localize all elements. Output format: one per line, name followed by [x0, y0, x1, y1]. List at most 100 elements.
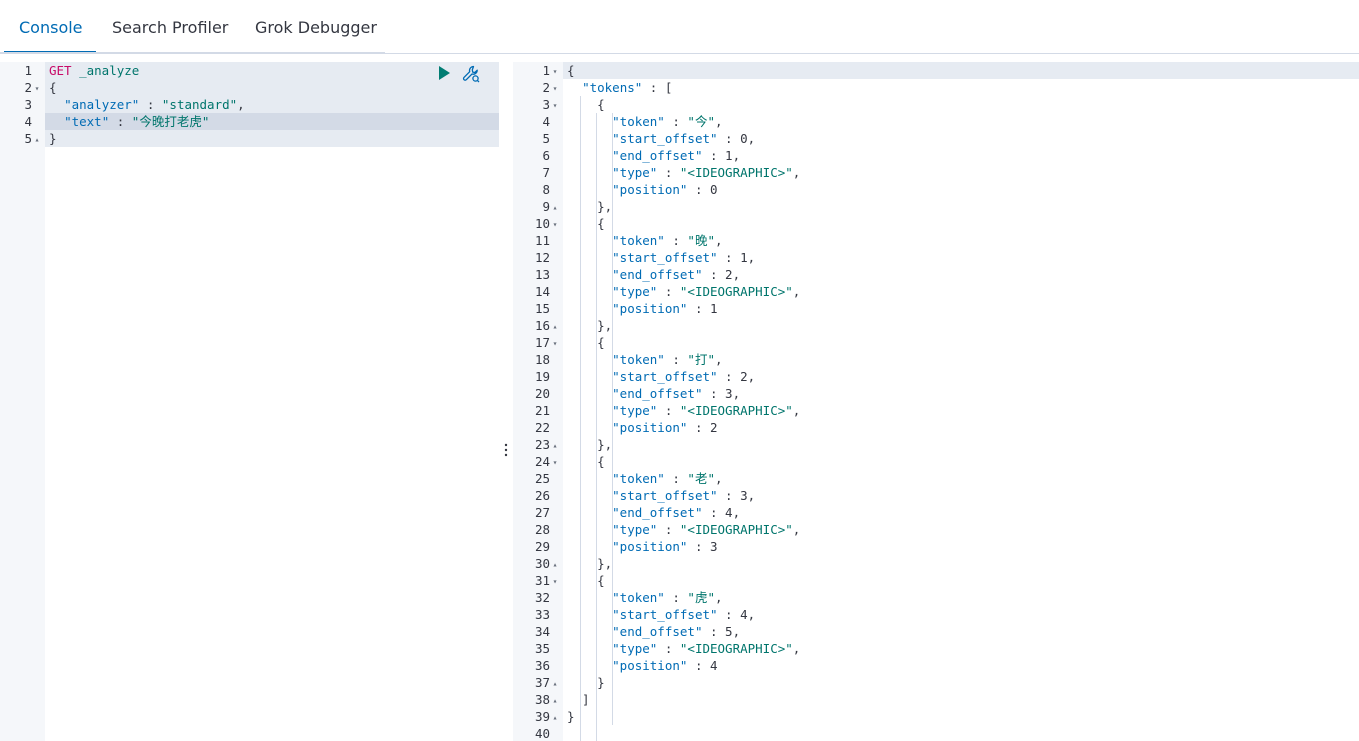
fold-toggle-icon[interactable]: ▴ — [550, 675, 560, 692]
fold-toggle-icon[interactable]: ▴ — [550, 437, 560, 454]
line-number-text: 11 — [534, 233, 550, 248]
line-number: 28 — [513, 521, 563, 538]
code-line: ] — [563, 691, 1359, 708]
response-code: { "tokens" : [ { "token" : "今", "start_o… — [563, 62, 1359, 741]
code-line: }, — [563, 436, 1359, 453]
code-token: : — [657, 165, 680, 180]
line-number: 37 ▴ — [513, 674, 563, 691]
code-token: , — [714, 114, 723, 129]
code-token: "token" — [612, 471, 665, 486]
tabs-divider — [0, 52, 385, 53]
fold-toggle-icon[interactable]: ▴ — [550, 199, 560, 216]
line-number-text: 40 — [534, 726, 550, 741]
code-token: : — [657, 284, 680, 299]
code-token: "<IDEOGRAPHIC>" — [679, 284, 793, 299]
code-token: "打" — [687, 352, 715, 367]
fold-toggle-icon[interactable]: ▾ — [550, 335, 560, 352]
code-token: } — [49, 131, 57, 146]
panel-resizer[interactable] — [499, 62, 513, 741]
vertical-dots-icon — [504, 443, 508, 457]
line-number: 13 — [513, 266, 563, 283]
line-number: 6 — [513, 147, 563, 164]
line-number-text: 7 — [542, 165, 550, 180]
code-token: "token" — [612, 352, 665, 367]
line-number-text: 12 — [534, 250, 550, 265]
line-number: 19 — [513, 368, 563, 385]
code-line: "position" : 4 — [563, 657, 1359, 674]
code-line: "type" : "<IDEOGRAPHIC>", — [563, 164, 1359, 181]
tab-grok-debugger[interactable]: Grok Debugger — [255, 0, 377, 53]
code-line: "end_offset" : 3, — [563, 385, 1359, 402]
fold-toggle-icon[interactable]: ▾ — [550, 97, 560, 114]
line-number: 14 — [513, 283, 563, 300]
fold-toggle-icon[interactable]: ▴ — [550, 318, 560, 335]
code-token: "type" — [612, 522, 658, 537]
line-number: 21 — [513, 402, 563, 419]
code-line: "type" : "<IDEOGRAPHIC>", — [563, 283, 1359, 300]
code-token: : 0, — [717, 131, 756, 146]
fold-toggle-icon[interactable]: ▴ — [550, 692, 560, 709]
fold-toggle-icon[interactable]: ▾ — [550, 454, 560, 471]
code-line: { — [563, 334, 1359, 351]
response-viewer[interactable]: 1 ▾ 2 ▾ 3 ▾ 4 5 6 7 8 9 ▴ 10 ▾ 11 12 13 14 15 16 ▴ 17 ▾ 18 19 20 21… — [513, 62, 1359, 741]
code-token: { — [567, 63, 575, 78]
code-token: "今晚打老虎" — [131, 114, 210, 129]
fold-toggle-icon[interactable]: ▾ — [550, 573, 560, 590]
line-number: 9 ▴ — [513, 198, 563, 215]
fold-toggle-icon[interactable]: ▾ — [550, 80, 560, 97]
line-number: 25 — [513, 470, 563, 487]
code-token: : — [664, 233, 688, 248]
line-number-text: 39 — [534, 709, 550, 724]
line-number: 1 — [0, 62, 45, 79]
code-token: } — [567, 675, 605, 690]
line-number-text: 38 — [534, 692, 550, 707]
tab-console[interactable]: Console — [4, 0, 96, 53]
line-number-text: 16 — [534, 318, 550, 333]
code-line: "end_offset" : 1, — [563, 147, 1359, 164]
code-line: { — [563, 215, 1359, 232]
code-token: "analyzer" — [64, 97, 140, 112]
play-icon[interactable] — [436, 65, 452, 81]
dev-tools-tabbar: Console Search Profiler Grok Debugger — [0, 0, 1359, 54]
line-number: 33 — [513, 606, 563, 623]
line-number-text: 15 — [534, 301, 550, 316]
code-token: "end_offset" — [612, 505, 703, 520]
wrench-icon[interactable] — [461, 64, 481, 84]
code-token: "end_offset" — [612, 386, 703, 401]
fold-toggle-icon[interactable]: ▴ — [550, 709, 560, 726]
code-token: "token" — [612, 590, 665, 605]
line-number-text: 24 — [534, 454, 550, 469]
code-token: "老" — [687, 471, 715, 486]
code-token: { — [567, 216, 605, 231]
line-number: 34 — [513, 623, 563, 640]
request-editor[interactable]: 1 2 ▾ 3 4 5 ▴ GET _analyze{ "analyzer" : "stan… — [0, 62, 499, 741]
code-line: "type" : "<IDEOGRAPHIC>", — [563, 402, 1359, 419]
code-line: "start_offset" : 3, — [563, 487, 1359, 504]
line-number-text: 3 — [24, 97, 32, 112]
code-token: "position" — [612, 182, 688, 197]
line-number-text: 1 — [24, 63, 32, 78]
request-code[interactable]: GET _analyze{ "analyzer" : "standard", "… — [45, 62, 499, 741]
tab-search-profiler[interactable]: Search Profiler — [112, 0, 228, 53]
fold-toggle-icon[interactable]: ▴ — [32, 131, 42, 148]
fold-toggle-icon[interactable]: ▾ — [550, 216, 560, 233]
fold-toggle-icon[interactable]: ▾ — [550, 63, 560, 80]
code-token: : 2, — [717, 369, 756, 384]
code-line: { — [563, 96, 1359, 113]
fold-toggle-icon[interactable]: ▾ — [32, 80, 42, 97]
code-token: : — [657, 641, 680, 656]
fold-toggle-icon[interactable]: ▴ — [550, 556, 560, 573]
line-number: 18 — [513, 351, 563, 368]
